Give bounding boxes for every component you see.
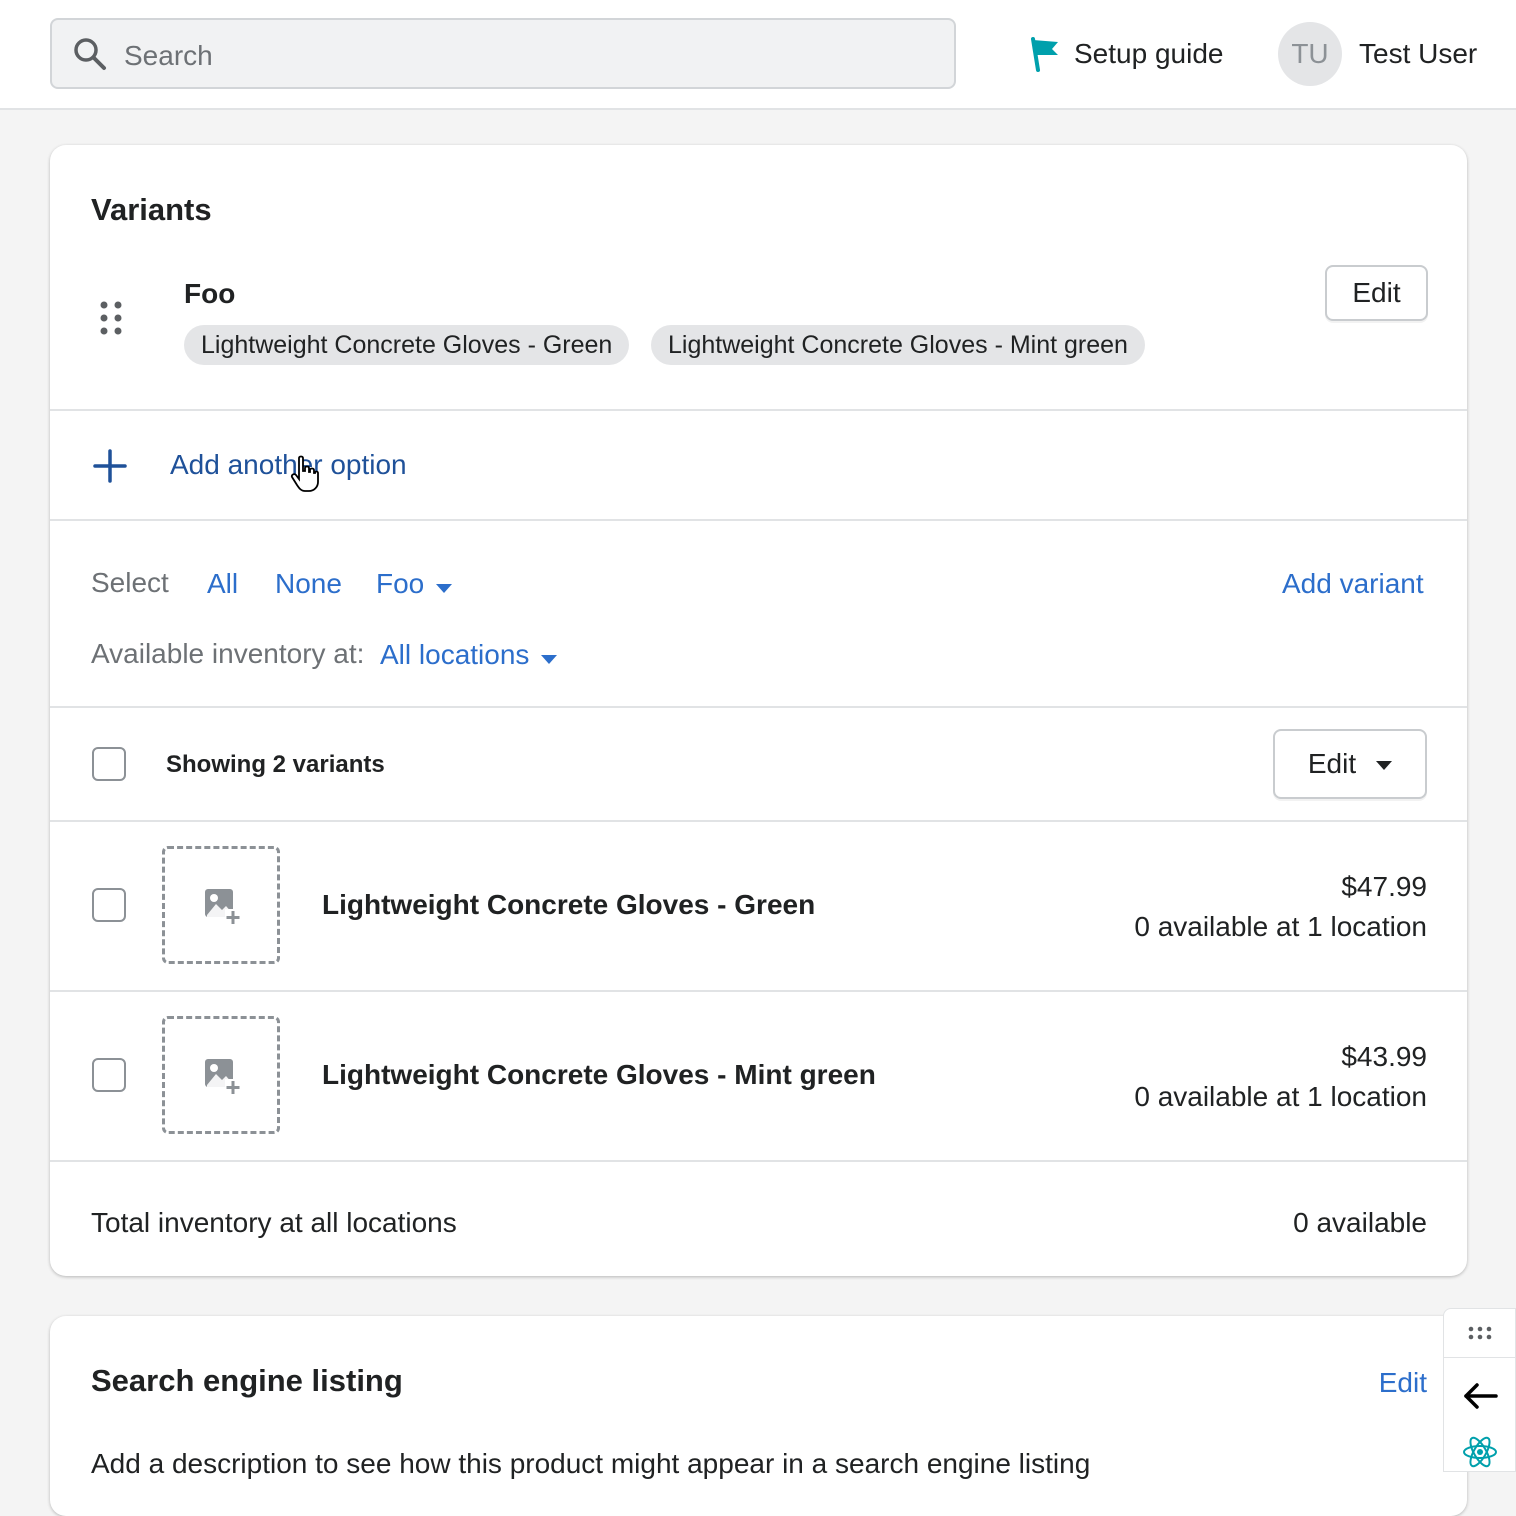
select-all-checkbox[interactable] xyxy=(92,747,126,781)
caret-down-icon xyxy=(436,584,453,594)
bulk-edit-button[interactable]: Edit xyxy=(1273,729,1427,799)
user-name[interactable]: Test User xyxy=(1359,38,1477,70)
add-variant-link[interactable]: Add variant xyxy=(1282,568,1424,600)
seo-edit-link[interactable]: Edit xyxy=(1379,1367,1427,1399)
variant-checkbox[interactable] xyxy=(92,1058,126,1092)
search-input[interactable]: Search xyxy=(50,18,956,89)
divider xyxy=(50,706,1467,708)
select-label: Select xyxy=(91,567,169,598)
variant-checkbox[interactable] xyxy=(92,888,126,922)
variant-price: $47.99 xyxy=(1341,871,1427,902)
top-bar: Search Setup guide TU Test User xyxy=(0,0,1516,110)
setup-guide-label: Setup guide xyxy=(1074,38,1224,69)
devtools-panel xyxy=(1443,1308,1516,1472)
select-none-link[interactable]: None xyxy=(275,568,342,600)
showing-count: Showing 2 variants xyxy=(166,751,385,778)
select-foo-dropdown[interactable]: Foo xyxy=(376,568,453,600)
hand-cursor-icon xyxy=(290,455,319,492)
divider xyxy=(50,1160,1467,1162)
arrow-left-icon[interactable] xyxy=(1462,1381,1498,1411)
card-title: Variants xyxy=(91,192,212,227)
drag-handle-icon[interactable] xyxy=(1468,1325,1492,1341)
seo-description: Add a description to see how this produc… xyxy=(91,1448,1091,1479)
add-image-placeholder[interactable] xyxy=(162,1016,280,1134)
avatar[interactable]: TU xyxy=(1278,22,1342,86)
add-image-icon xyxy=(205,889,241,925)
variant-price: $43.99 xyxy=(1341,1041,1427,1072)
select-all-link[interactable]: All xyxy=(207,568,238,600)
option-name: Foo xyxy=(184,278,236,309)
add-option-label: Add another option xyxy=(170,449,407,480)
caret-down-icon xyxy=(541,655,558,665)
bulk-edit-label: Edit xyxy=(1307,748,1357,779)
divider xyxy=(50,990,1467,992)
add-image-icon xyxy=(205,1059,241,1095)
edit-option-button[interactable]: Edit xyxy=(1325,265,1428,321)
plus-icon xyxy=(93,449,127,483)
seo-card: Search engine listing Edit Add a descrip… xyxy=(50,1316,1467,1516)
locations-dropdown[interactable]: All locations xyxy=(380,639,558,671)
divider xyxy=(1444,1357,1516,1358)
caret-down-icon xyxy=(1376,761,1393,771)
search-icon xyxy=(74,38,106,70)
variants-card: Variants Foo Edit Lightweight Concrete G… xyxy=(50,145,1467,1276)
variant-availability: 0 available at 1 location xyxy=(1134,1081,1427,1112)
total-inventory-value: 0 available xyxy=(1293,1207,1427,1238)
select-foo-label: Foo xyxy=(376,568,425,599)
divider xyxy=(50,820,1467,822)
total-inventory-label: Total inventory at all locations xyxy=(91,1207,457,1238)
divider xyxy=(50,519,1467,521)
search-placeholder: Search xyxy=(124,40,213,71)
variant-availability: 0 available at 1 location xyxy=(1134,911,1427,942)
variant-name[interactable]: Lightweight Concrete Gloves - Mint green xyxy=(322,1059,876,1091)
option-value-pill: Lightweight Concrete Gloves - Green xyxy=(184,325,630,365)
add-image-placeholder[interactable] xyxy=(162,846,280,964)
flag-icon xyxy=(1031,37,1058,72)
seo-title: Search engine listing xyxy=(91,1363,403,1398)
variant-name[interactable]: Lightweight Concrete Gloves - Green xyxy=(322,889,815,921)
locations-value: All locations xyxy=(380,639,530,670)
react-icon[interactable] xyxy=(1462,1435,1498,1469)
option-value-pill: Lightweight Concrete Gloves - Mint green xyxy=(651,325,1145,365)
divider xyxy=(50,409,1467,411)
inventory-at-label: Available inventory at: xyxy=(91,638,365,669)
drag-handle-icon[interactable] xyxy=(100,300,122,336)
